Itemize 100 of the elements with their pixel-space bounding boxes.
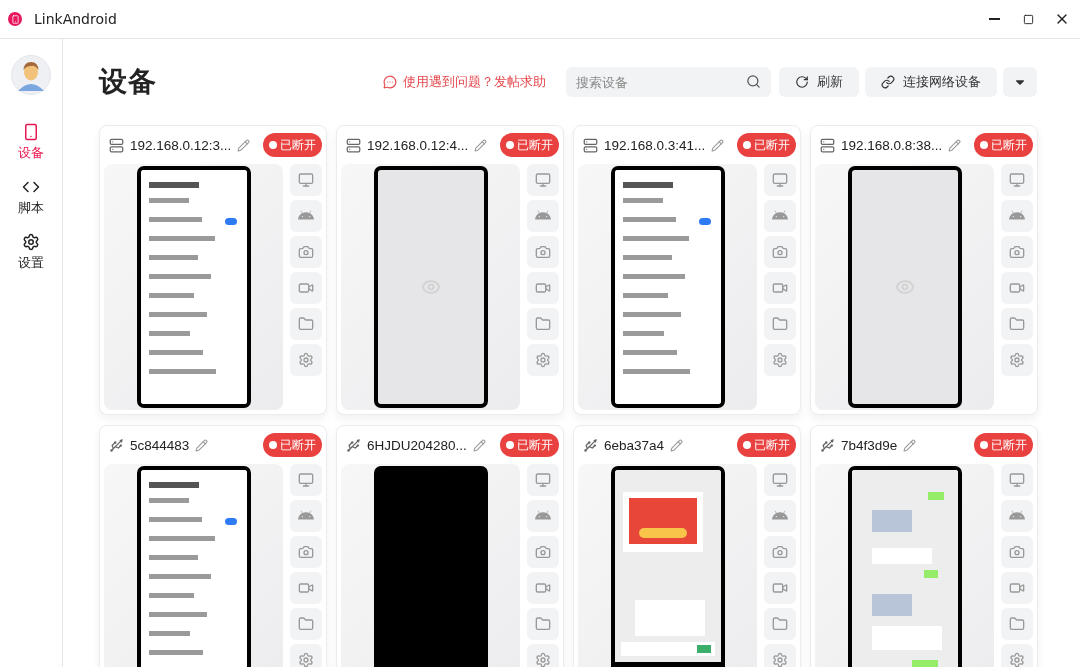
sidebar-item[interactable]: 设置 <box>14 231 48 274</box>
device-name: 192.168.0.3:41... <box>604 137 706 153</box>
settings-button[interactable] <box>1001 644 1033 667</box>
monitor-icon <box>298 172 314 188</box>
video-button[interactable] <box>527 272 559 304</box>
status-badge: 已断开 <box>737 133 796 157</box>
settings-button[interactable] <box>1001 344 1033 376</box>
video-button[interactable] <box>290 272 322 304</box>
camera-button[interactable] <box>1001 536 1033 568</box>
connect-button[interactable]: 连接网络设备 <box>865 67 997 97</box>
monitor-button[interactable] <box>527 464 559 496</box>
video-button[interactable] <box>764 572 796 604</box>
settings-button[interactable] <box>527 344 559 376</box>
video-button[interactable] <box>290 572 322 604</box>
edit-icon[interactable] <box>474 138 488 152</box>
camera-button[interactable] <box>290 236 322 268</box>
server-icon <box>109 137 124 153</box>
camera-button[interactable] <box>1001 236 1033 268</box>
android-button[interactable] <box>1001 200 1033 232</box>
folder-button[interactable] <box>527 308 559 340</box>
device-name: 192.168.0.12:4... <box>367 137 469 153</box>
camera-icon <box>535 544 551 560</box>
monitor-icon <box>1009 472 1025 488</box>
folder-button[interactable] <box>1001 608 1033 640</box>
android-button[interactable] <box>290 200 322 232</box>
edit-icon[interactable] <box>237 138 251 152</box>
monitor-icon <box>772 472 788 488</box>
device-name: 192.168.0.8:38... <box>841 137 943 153</box>
video-button[interactable] <box>1001 272 1033 304</box>
edit-icon[interactable] <box>472 438 486 452</box>
camera-button[interactable] <box>527 536 559 568</box>
settings-button[interactable] <box>764 644 796 667</box>
monitor-icon <box>298 472 314 488</box>
settings-button[interactable] <box>290 344 322 376</box>
camera-icon <box>1009 244 1025 260</box>
video-button[interactable] <box>764 272 796 304</box>
android-button[interactable] <box>527 200 559 232</box>
monitor-button[interactable] <box>290 464 322 496</box>
folder-icon <box>535 316 551 332</box>
help-link[interactable]: 使用遇到问题？发帖求助 <box>383 73 546 91</box>
chat-bubble-icon <box>383 75 397 89</box>
folder-button[interactable] <box>764 308 796 340</box>
usb-icon <box>820 437 835 453</box>
monitor-button[interactable] <box>527 164 559 196</box>
settings-icon <box>535 652 551 667</box>
folder-icon <box>772 616 788 632</box>
settings-button[interactable] <box>290 644 322 667</box>
camera-icon <box>298 244 314 260</box>
settings-icon <box>22 233 40 251</box>
page-title: 设备 <box>99 64 158 100</box>
device-name: 6HJDU204280... <box>367 437 467 453</box>
folder-button[interactable] <box>527 608 559 640</box>
android-button[interactable] <box>1001 500 1033 532</box>
dropdown-button[interactable] <box>1003 67 1037 97</box>
sidebar-item[interactable]: 脚本 <box>14 176 48 219</box>
edit-icon[interactable] <box>670 438 684 452</box>
camera-button[interactable] <box>290 536 322 568</box>
device-name: 5c844483 <box>130 437 190 453</box>
monitor-button[interactable] <box>764 164 796 196</box>
video-icon <box>772 280 788 296</box>
app-logo-icon <box>8 12 22 26</box>
folder-icon <box>1009 316 1025 332</box>
camera-button[interactable] <box>764 536 796 568</box>
video-icon <box>1009 280 1025 296</box>
refresh-button[interactable]: 刷新 <box>779 67 859 97</box>
folder-icon <box>298 316 314 332</box>
settings-button[interactable] <box>764 344 796 376</box>
settings-icon <box>298 652 314 667</box>
avatar[interactable] <box>11 55 51 95</box>
monitor-button[interactable] <box>1001 164 1033 196</box>
camera-button[interactable] <box>764 236 796 268</box>
search-field[interactable]: 搜索设备 <box>566 67 771 97</box>
folder-button[interactable] <box>764 608 796 640</box>
folder-button[interactable] <box>290 308 322 340</box>
minimize-icon <box>988 18 1000 20</box>
device-name: 7b4f3d9e <box>841 437 898 453</box>
camera-icon <box>535 244 551 260</box>
edit-icon[interactable] <box>903 438 917 452</box>
video-icon <box>298 280 314 296</box>
video-button[interactable] <box>1001 572 1033 604</box>
android-button[interactable] <box>527 500 559 532</box>
sidebar-item[interactable]: 设备 <box>14 121 48 164</box>
video-button[interactable] <box>527 572 559 604</box>
status-badge: 已断开 <box>263 433 322 457</box>
monitor-icon <box>772 172 788 188</box>
monitor-button[interactable] <box>1001 464 1033 496</box>
monitor-button[interactable] <box>290 164 322 196</box>
android-button[interactable] <box>764 200 796 232</box>
edit-icon[interactable] <box>195 438 209 452</box>
android-button[interactable] <box>764 500 796 532</box>
settings-button[interactable] <box>527 644 559 667</box>
folder-button[interactable] <box>1001 308 1033 340</box>
eye-icon <box>420 277 441 297</box>
edit-icon[interactable] <box>948 138 962 152</box>
monitor-button[interactable] <box>764 464 796 496</box>
android-button[interactable] <box>290 500 322 532</box>
edit-icon[interactable] <box>711 138 725 152</box>
folder-button[interactable] <box>290 608 322 640</box>
camera-button[interactable] <box>527 236 559 268</box>
eye-icon <box>894 277 915 297</box>
